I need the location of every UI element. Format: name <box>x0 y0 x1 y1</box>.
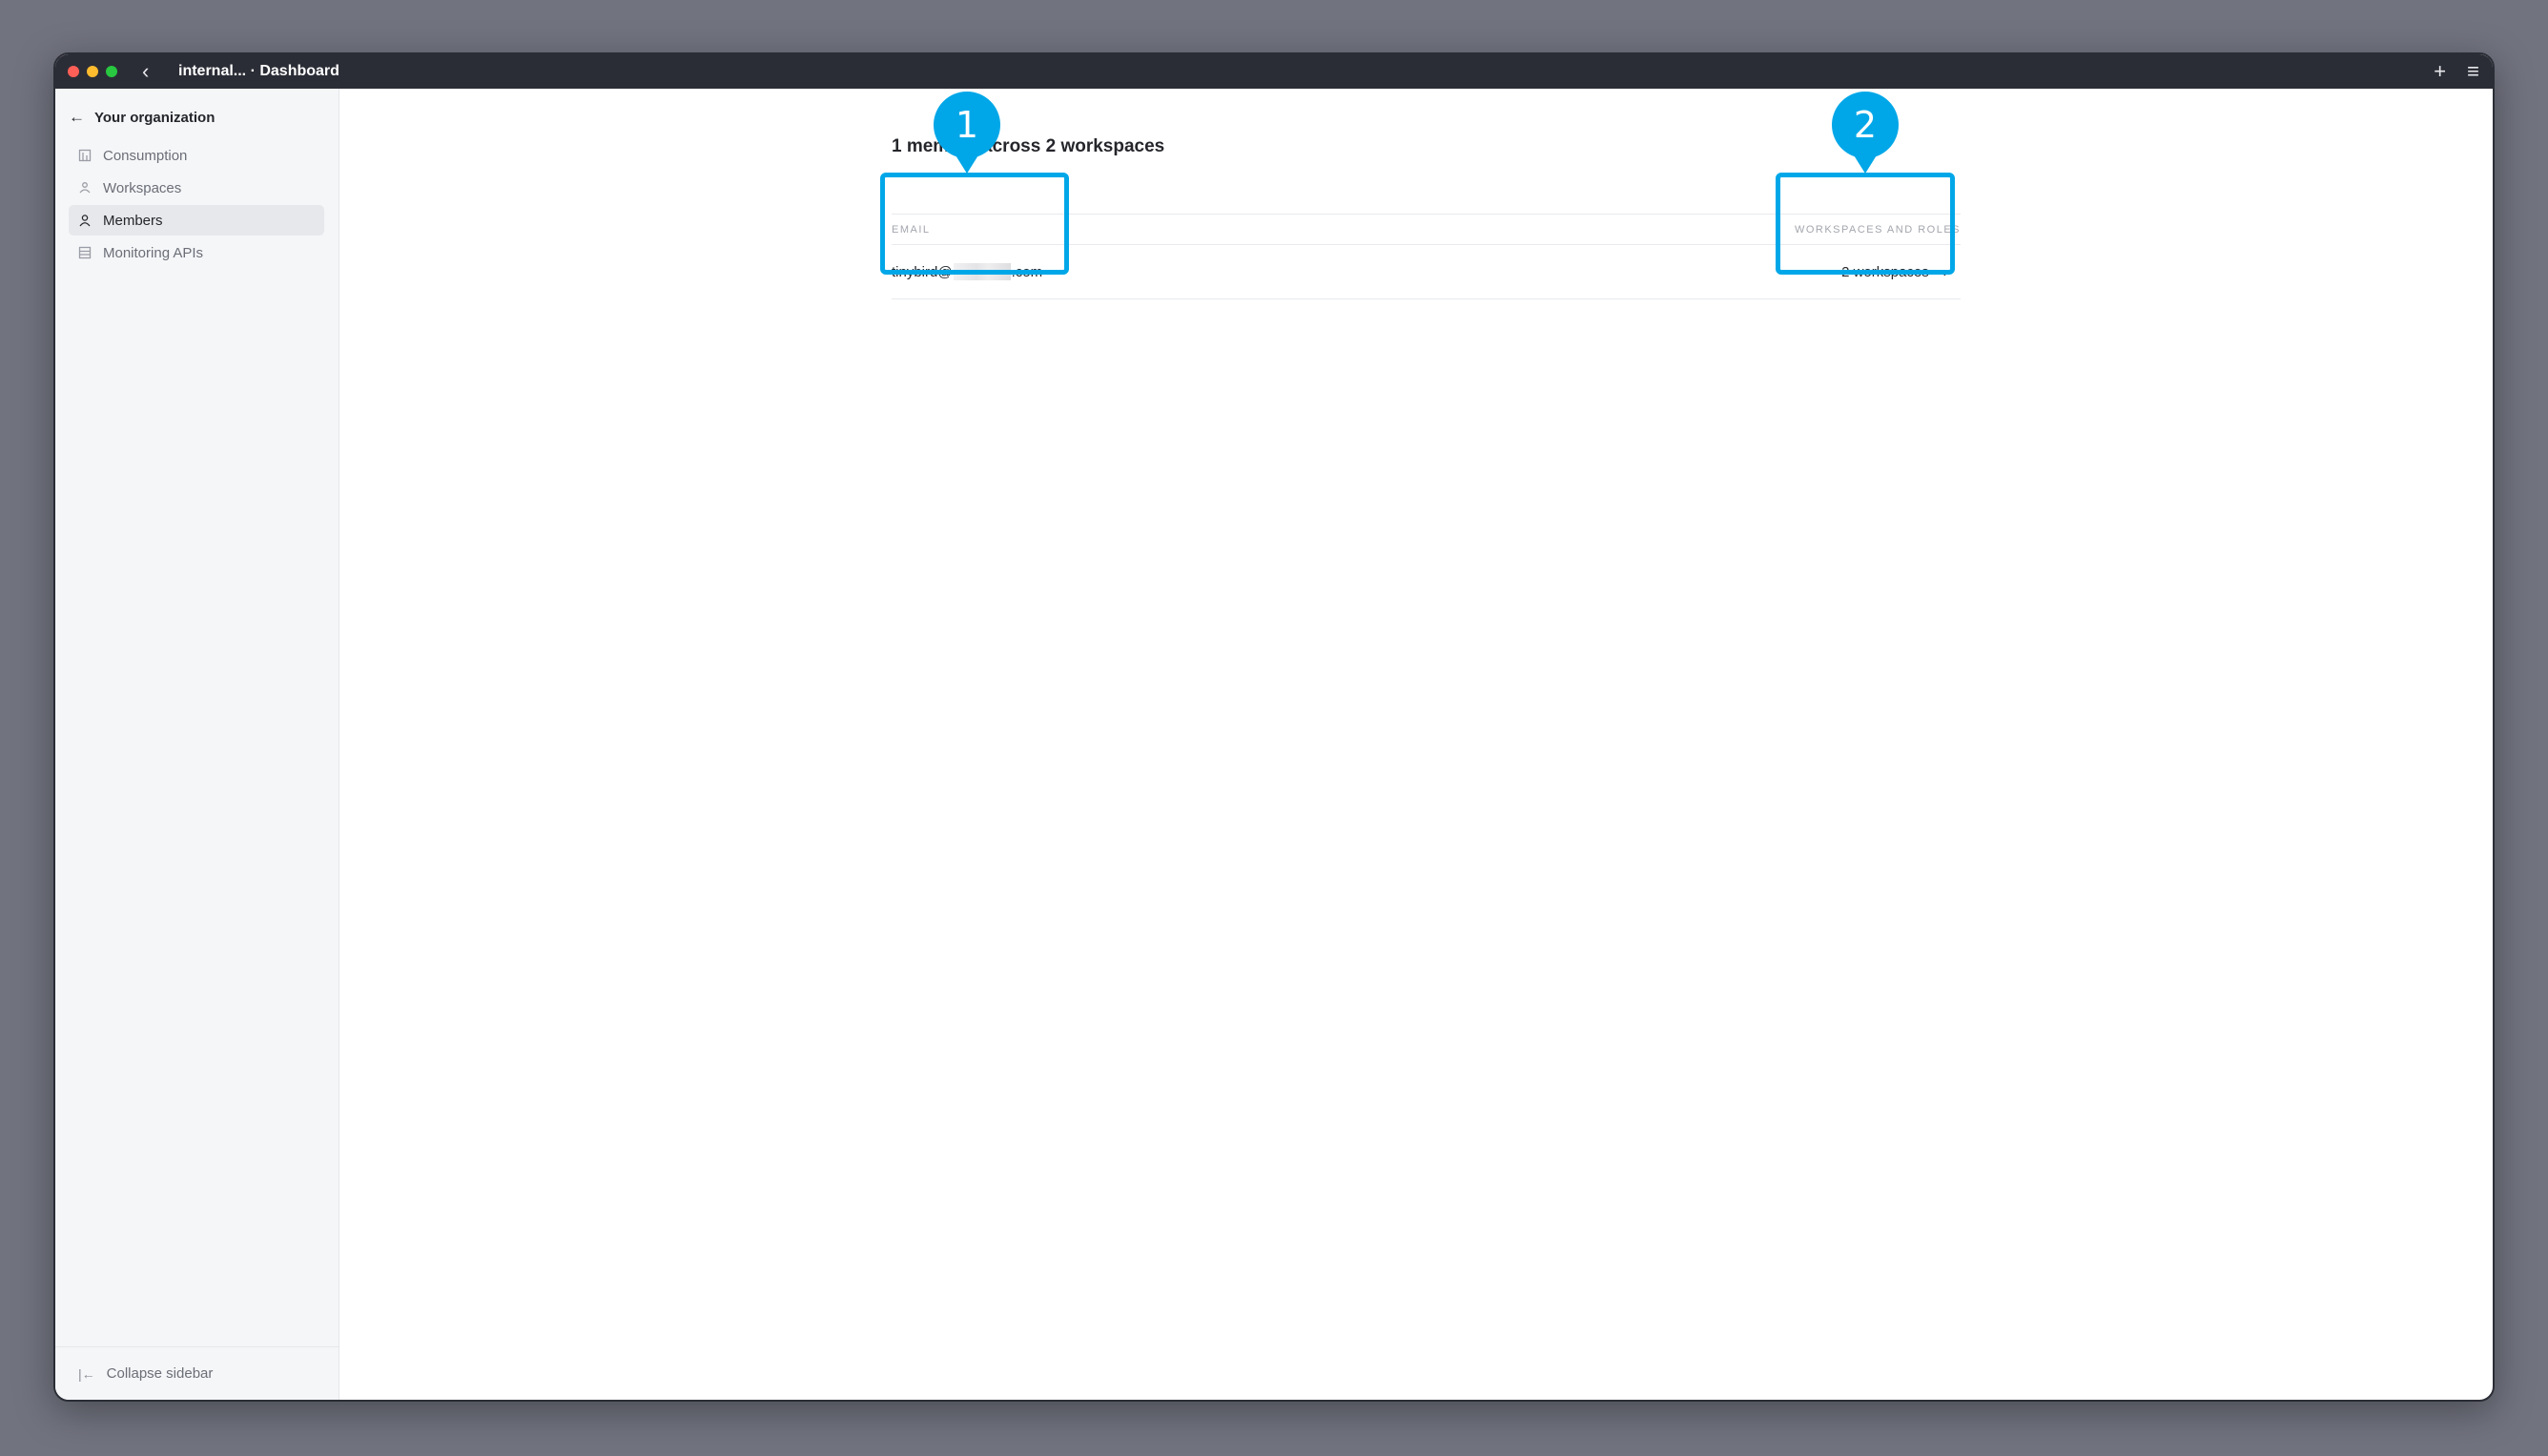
plus-icon[interactable]: + <box>2434 59 2446 84</box>
callout-marker-1: 1 <box>934 92 1000 175</box>
sidebar-item-label: Members <box>103 212 163 229</box>
sidebar-item-label: Consumption <box>103 147 188 164</box>
maximize-window-button[interactable] <box>106 66 117 77</box>
close-window-button[interactable] <box>68 66 79 77</box>
collapse-sidebar-label: Collapse sidebar <box>106 1365 214 1382</box>
collapse-sidebar-button[interactable]: |← Collapse sidebar <box>55 1346 339 1400</box>
arrow-left-icon: ← <box>69 108 85 126</box>
app-window: ‹ internal... · Dashboard + ≡ ← Your org… <box>53 52 2495 1402</box>
sidebar-item-consumption[interactable]: Consumption <box>69 140 324 171</box>
collapse-icon: |← <box>78 1365 95 1382</box>
window-title: internal... · Dashboard <box>178 63 339 79</box>
sidebar: ← Your organization Consumption Workspac… <box>55 89 339 1400</box>
highlight-box-workspaces <box>1776 173 1955 275</box>
user-icon <box>78 214 92 227</box>
page-title: 1 member across 2 workspaces <box>892 136 1165 156</box>
sidebar-item-monitoring-apis[interactable]: Monitoring APIs <box>69 237 324 268</box>
minimize-window-button[interactable] <box>87 66 98 77</box>
organization-label: Your organization <box>94 109 216 126</box>
window-controls <box>68 66 125 77</box>
callout-number: 2 <box>1853 104 1878 146</box>
callout-number: 1 <box>955 104 979 146</box>
highlight-box-email <box>880 173 1069 275</box>
consumption-icon <box>78 149 92 162</box>
chevron-left-icon[interactable]: ‹ <box>142 54 161 89</box>
menu-icon[interactable]: ≡ <box>2467 59 2479 84</box>
workspaces-icon <box>78 181 92 195</box>
sidebar-nav: Consumption Workspaces Members Monitorin… <box>69 140 324 270</box>
main-content: 1 member across 2 workspaces EMAIL WORKS… <box>339 89 2493 1400</box>
sidebar-item-members[interactable]: Members <box>69 205 324 236</box>
monitoring-icon <box>78 246 92 259</box>
sidebar-item-label: Monitoring APIs <box>103 244 204 261</box>
back-to-organization-link[interactable]: ← Your organization <box>69 108 215 127</box>
sidebar-item-workspaces[interactable]: Workspaces <box>69 173 324 203</box>
sidebar-item-label: Workspaces <box>103 179 182 196</box>
title-bar: ‹ internal... · Dashboard + ≡ <box>55 54 2493 89</box>
callout-marker-2: 2 <box>1832 92 1899 175</box>
